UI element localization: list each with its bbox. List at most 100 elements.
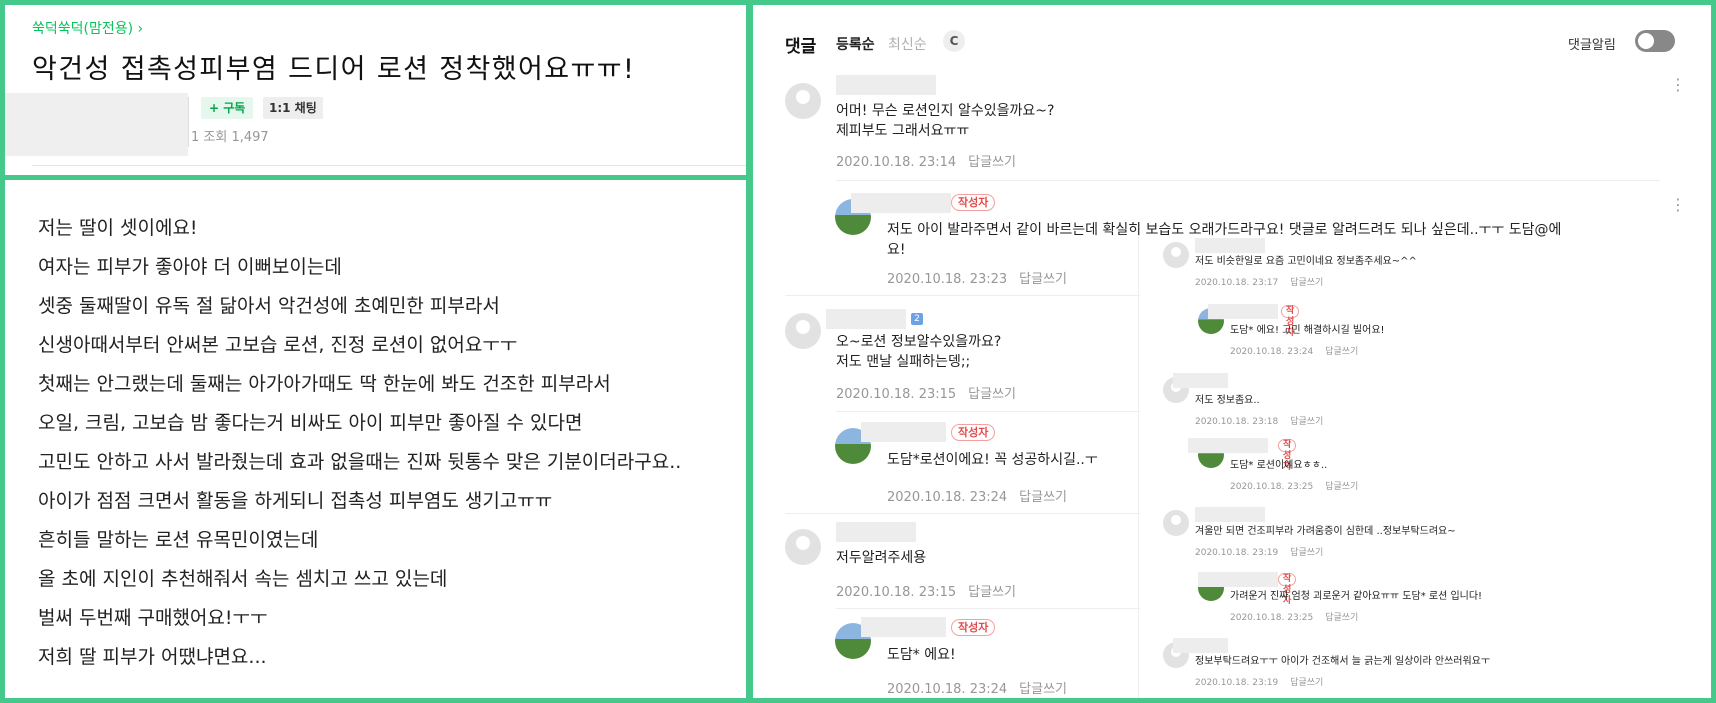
comment-date: 2020.10.18. 23:18	[1195, 417, 1279, 427]
member-level-badge: 2	[911, 313, 923, 325]
nickname-blurred[interactable]	[851, 193, 951, 213]
nickname-blurred[interactable]	[836, 75, 936, 95]
reply-button[interactable]: 답글쓰기	[1325, 613, 1358, 623]
comment-date: 2020.10.18. 23:14	[836, 155, 957, 170]
author-badge: 작성자	[1281, 305, 1300, 338]
divider	[836, 180, 1660, 181]
more-options-icon[interactable]: ⋮	[1670, 77, 1686, 93]
cafe-name-link[interactable]: 쑥덕쑥덕(맘전용) ›	[32, 18, 143, 38]
nickname-blurred[interactable]	[826, 309, 906, 329]
reply-button[interactable]: 답글쓰기	[1290, 278, 1323, 288]
body-line: 저는 딸이 셋이에요!	[38, 217, 198, 239]
body-line: 아이가 점점 크면서 활동을 하게되니 접촉성 피부염도 생기고ㅠㅠ	[38, 490, 553, 512]
comment-date: 2020.10.18. 23:15	[836, 387, 957, 402]
view-count: 1 조회 1,497	[191, 130, 269, 145]
comments-panel: 댓글 등록순 최신순 C 댓글알림 ⋮ 어머! 무슨 로션인지 알수있을까요~?…	[753, 5, 1711, 698]
reply-button[interactable]: 답글쓰기	[968, 387, 1016, 402]
comment-alarm-toggle[interactable]	[1635, 30, 1675, 52]
divider	[188, 97, 189, 147]
comment-text: 저두알려주세용	[836, 550, 927, 566]
avatar[interactable]	[785, 83, 821, 119]
reply-button[interactable]: 답글쓰기	[1290, 548, 1323, 558]
avatar[interactable]	[785, 529, 821, 565]
sort-registered-tab[interactable]: 등록순	[836, 34, 875, 54]
sort-latest-tab[interactable]: 최신순	[888, 34, 927, 54]
reply-button[interactable]: 답글쓰기	[968, 585, 1016, 600]
divider	[836, 411, 1140, 412]
comment-text: 도담* 에요!	[887, 647, 956, 663]
comment-date: 2020.10.18. 23:24	[1230, 347, 1314, 357]
comment-meta: 2020.10.18. 23:15 답글쓰기	[836, 581, 1016, 600]
body-line: 여자는 피부가 좋아야 더 이뻐보이는데	[38, 256, 342, 278]
comment-text: 저도 정보좀요..	[1195, 395, 1260, 406]
post-title: 악건성 접촉성피부염 드디어 로션 정착했어요ㅠㅠ!	[32, 54, 636, 85]
subscribe-button[interactable]: + 구독	[201, 97, 254, 119]
reply-button[interactable]: 답글쓰기	[1019, 272, 1067, 287]
comment-meta: 2020.10.18. 23:25 답글쓰기	[1230, 610, 1358, 623]
comment-meta: 2020.10.18. 23:23 답글쓰기	[887, 268, 1067, 287]
body-line: 흔히들 말하는 로션 유목민이였는데	[38, 529, 319, 551]
reply-button[interactable]: 답글쓰기	[1290, 678, 1323, 688]
nickname-blurred[interactable]	[1208, 304, 1278, 319]
comment-meta: 2020.10.18. 23:19 답글쓰기	[1195, 675, 1323, 688]
reply-button[interactable]: 답글쓰기	[1325, 482, 1358, 492]
body-line: 벌써 두번째 구매했어요!ㅜㅜ	[38, 607, 268, 629]
post-body-text: 저는 딸이 셋이에요! 여자는 피부가 좋아야 더 이뻐보이는데 셋중 둘째딸이…	[38, 209, 681, 677]
avatar[interactable]	[1163, 510, 1189, 536]
header-divider	[32, 165, 746, 166]
avatar[interactable]	[1163, 242, 1189, 268]
comment-meta: 2020.10.18. 23:25 답글쓰기	[1230, 479, 1358, 492]
comment-date: 2020.10.18. 23:17	[1195, 278, 1279, 288]
nickname-blurred[interactable]	[861, 422, 946, 442]
comment-date: 2020.10.18. 23:15	[836, 585, 957, 600]
post-header-panel: 쑥덕쑥덕(맘전용) › 악건성 접촉성피부염 드디어 로션 정착했어요ㅠㅠ! +…	[5, 5, 746, 175]
author-badge: 작성자	[1278, 573, 1297, 606]
reply-button[interactable]: 답글쓰기	[1019, 490, 1067, 505]
nickname-blurred[interactable]	[1173, 373, 1228, 388]
nickname-blurred[interactable]	[1198, 572, 1278, 587]
comment-meta: 2020.10.18. 23:24 답글쓰기	[887, 678, 1067, 697]
divider	[785, 513, 1140, 514]
comment-meta: 2020.10.18. 23:14 답글쓰기	[836, 151, 1016, 170]
nickname-blurred[interactable]	[836, 522, 916, 542]
comment-text: 겨울만 되면 건조피부라 가려움증이 심한데 ..정보부탁드려요~	[1195, 526, 1456, 537]
nickname-blurred[interactable]	[1173, 638, 1228, 653]
comment-date: 2020.10.18. 23:23	[887, 272, 1008, 287]
nickname-blurred[interactable]	[1188, 438, 1268, 453]
body-line: 저희 딸 피부가 어땠냐면요...	[38, 646, 267, 668]
divider	[1138, 237, 1139, 698]
reply-button[interactable]: 답글쓰기	[1290, 417, 1323, 427]
divider	[836, 608, 1140, 609]
divider	[785, 295, 1140, 296]
comment-meta: 2020.10.18. 23:17 답글쓰기	[1195, 275, 1323, 288]
refresh-icon[interactable]: C	[943, 30, 965, 52]
comment-date: 2020.10.18. 23:19	[1195, 548, 1279, 558]
comment-meta: 2020.10.18. 23:19 답글쓰기	[1195, 545, 1323, 558]
avatar[interactable]	[785, 313, 821, 349]
reply-button[interactable]: 답글쓰기	[1325, 347, 1358, 357]
nickname-blurred[interactable]	[861, 617, 946, 637]
nickname-blurred[interactable]	[1195, 238, 1265, 253]
comment-meta: 2020.10.18. 23:15 답글쓰기	[836, 383, 1016, 402]
comment-meta: 2020.10.18. 23:24 답글쓰기	[1230, 344, 1358, 357]
more-options-icon[interactable]: ⋮	[1670, 197, 1686, 213]
comment-meta: 2020.10.18. 23:24 답글쓰기	[887, 486, 1067, 505]
comment-text: 정보부탁드려요ㅜㅜ 아이가 건조해서 늘 긁는게 일상이라 안쓰러워요ㅜ	[1195, 656, 1491, 667]
author-badge: 작성자	[951, 619, 996, 636]
comment-text: 도담*로션이에요! 꼭 성공하시길..ㅜ	[887, 452, 1098, 468]
comment-text: 도담* 에요! 고민 해결하시길 빌어요!	[1230, 325, 1385, 336]
reply-button[interactable]: 답글쓰기	[1019, 682, 1067, 697]
comment-date: 2020.10.18. 23:19	[1195, 678, 1279, 688]
body-line: 고민도 안하고 사서 발라줬는데 효과 없을때는 진짜 뒷통수 맞은 기분이더라…	[38, 451, 682, 473]
comment-date: 2020.10.18. 23:24	[887, 682, 1008, 697]
comments-title: 댓글	[785, 37, 817, 57]
nickname-blurred[interactable]	[1195, 507, 1265, 522]
comment-meta: 2020.10.18. 23:18 답글쓰기	[1195, 414, 1323, 427]
chat-button[interactable]: 1:1 채팅	[263, 97, 323, 119]
post-body-panel: 저는 딸이 셋이에요! 여자는 피부가 좋아야 더 이뻐보이는데 셋중 둘째딸이…	[5, 180, 746, 698]
author-badge: 작성자	[951, 424, 996, 441]
body-line: 셋중 둘째딸이 유독 절 닮아서 악건성에 초예민한 피부라서	[38, 295, 500, 317]
body-line: 올 초에 지인이 추천해줘서 속는 셈치고 쓰고 있는데	[38, 568, 448, 590]
comment-text: 가려운거 진짜 엄청 괴로운거 같아요ㅠㅠ 도담* 로션 입니다!	[1230, 591, 1483, 602]
reply-button[interactable]: 답글쓰기	[968, 155, 1016, 170]
